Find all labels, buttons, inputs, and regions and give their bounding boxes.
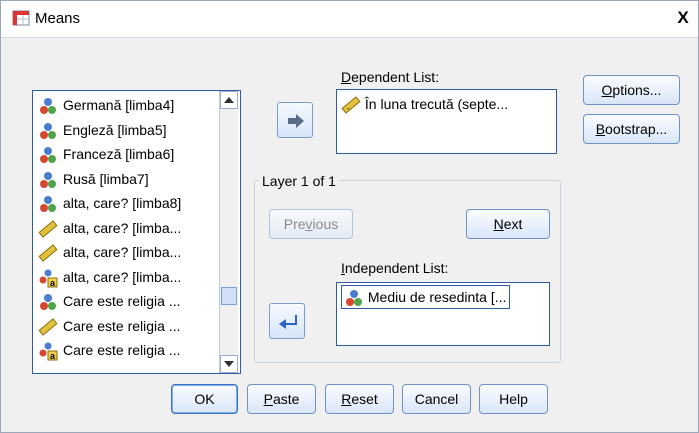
- triangle-up-icon: [224, 97, 234, 103]
- previous-label-post: ious: [312, 216, 339, 232]
- ok-button[interactable]: OK: [171, 384, 238, 414]
- source-variable-list[interactable]: Germană [limba4] Engleză [limba5] Franceză…: [32, 90, 241, 374]
- previous-button[interactable]: Previous: [269, 209, 353, 239]
- triangle-down-icon: [224, 361, 234, 367]
- independent-list[interactable]: Mediu de resedinta [...: [336, 282, 550, 346]
- nominal-icon: [40, 196, 56, 213]
- scroll-thumb[interactable]: [221, 287, 237, 305]
- scale-icon: [38, 244, 58, 263]
- options-mnemonic: O: [601, 82, 613, 98]
- variable-list-item[interactable]: alta, care? [limba8]: [38, 192, 181, 214]
- variable-list-item[interactable]: Care este religia ...: [38, 315, 181, 337]
- arrow-return-icon: [279, 315, 297, 329]
- variable-label: Franceză [limba6]: [63, 146, 175, 162]
- paste-button[interactable]: Paste: [247, 384, 316, 414]
- paste-label-rest: aste: [272, 391, 300, 407]
- nominal-icon: [40, 147, 56, 164]
- variable-label: Care este religia ...: [63, 293, 181, 309]
- means-app-icon: [12, 10, 30, 26]
- bootstrap-button[interactable]: Bootstrap...: [583, 114, 680, 144]
- scale-icon: [341, 96, 361, 115]
- variable-label: Care este religia ...: [63, 342, 181, 358]
- move-to-independent-button[interactable]: [269, 303, 305, 339]
- options-button[interactable]: Options...: [583, 75, 680, 105]
- independent-list-item[interactable]: Mediu de resedinta [...: [341, 285, 511, 309]
- help-button[interactable]: Help: [479, 384, 548, 414]
- scale-icon: [38, 318, 58, 336]
- variable-label: Germană [limba4]: [63, 97, 175, 113]
- bootstrap-label-rest: ootstrap...: [605, 121, 668, 137]
- title-bar: Means X: [1, 1, 698, 38]
- next-mnemonic: N: [493, 216, 504, 232]
- reset-button[interactable]: Reset: [325, 384, 394, 414]
- arrow-right-icon: [288, 114, 304, 128]
- variable-label: alta, care? [limba8]: [63, 195, 182, 211]
- reset-mnemonic: R: [341, 391, 352, 407]
- move-to-dependent-button[interactable]: [277, 102, 313, 138]
- scroll-down-arrow[interactable]: [220, 355, 238, 373]
- variable-label: Rusă [limba7]: [63, 170, 149, 187]
- variable-label: Care este religia ...: [63, 317, 181, 334]
- bootstrap-mnemonic: B: [595, 121, 606, 137]
- nominal-icon: [40, 171, 56, 188]
- previous-mnemonic: v: [305, 216, 313, 232]
- variable-label: Engleză [limba5]: [63, 121, 167, 138]
- next-label-rest: ext: [503, 216, 523, 232]
- dependent-list-item[interactable]: În luna trecută (septe...: [341, 93, 508, 115]
- variable-list-item[interactable]: a alta, care? [limba...: [38, 266, 181, 288]
- window-title: Means: [35, 10, 81, 27]
- previous-label-pre: Pre: [283, 216, 306, 232]
- dependent-list-label: Dependent List:: [341, 69, 439, 85]
- dependent-list[interactable]: În luna trecută (septe...: [336, 89, 557, 154]
- string-nominal-icon: a: [39, 342, 58, 361]
- independent-item-label: Mediu de resedinta [...: [367, 289, 507, 305]
- variable-list-item[interactable]: alta, care? [limba...: [38, 217, 181, 239]
- nominal-icon: [346, 290, 362, 307]
- variable-list-item[interactable]: Rusă [limba7]: [38, 168, 149, 190]
- paste-mnemonic: P: [263, 391, 273, 407]
- scale-icon: [38, 220, 58, 238]
- variable-label: alta, care? [limba...: [63, 244, 182, 260]
- dependent-item-label: În luna trecută (septe...: [364, 96, 509, 112]
- variable-list-item[interactable]: Engleză [limba5]: [38, 119, 167, 141]
- variable-label: alta, care? [limba...: [63, 268, 182, 285]
- means-dialog: Means X Germană [limba4] Engleză [limba5]…: [0, 0, 699, 433]
- source-list-scrollbar[interactable]: [219, 91, 238, 373]
- dependent-mnemonic: D: [341, 69, 352, 85]
- cancel-button[interactable]: Cancel: [402, 384, 471, 414]
- variable-list-item[interactable]: Care este religia ...: [38, 290, 181, 312]
- variable-list-item[interactable]: Germană [limba4]: [38, 94, 174, 116]
- independent-label-rest: ndependent List:: [344, 260, 449, 276]
- variable-list-item[interactable]: a Care este religia ...: [38, 339, 181, 361]
- reset-label-rest: eset: [351, 391, 378, 407]
- nominal-icon: [40, 122, 56, 139]
- variable-label: alta, care? [limba...: [63, 219, 182, 236]
- string-nominal-icon: a: [39, 269, 58, 288]
- variable-list-item[interactable]: alta, care? [limba...: [38, 241, 181, 263]
- layer-group-label: Layer 1 of 1: [259, 173, 339, 189]
- independent-list-label: Independent List:: [341, 260, 448, 276]
- next-button[interactable]: Next: [466, 209, 550, 239]
- options-label-rest: ptions...: [612, 82, 662, 98]
- dependent-label-rest: ependent List:: [351, 69, 440, 85]
- variable-list-item[interactable]: Franceză [limba6]: [38, 143, 174, 165]
- close-button[interactable]: X: [673, 8, 693, 28]
- nominal-icon: [40, 98, 56, 115]
- nominal-icon: [40, 294, 56, 311]
- scroll-up-arrow[interactable]: [220, 91, 238, 109]
